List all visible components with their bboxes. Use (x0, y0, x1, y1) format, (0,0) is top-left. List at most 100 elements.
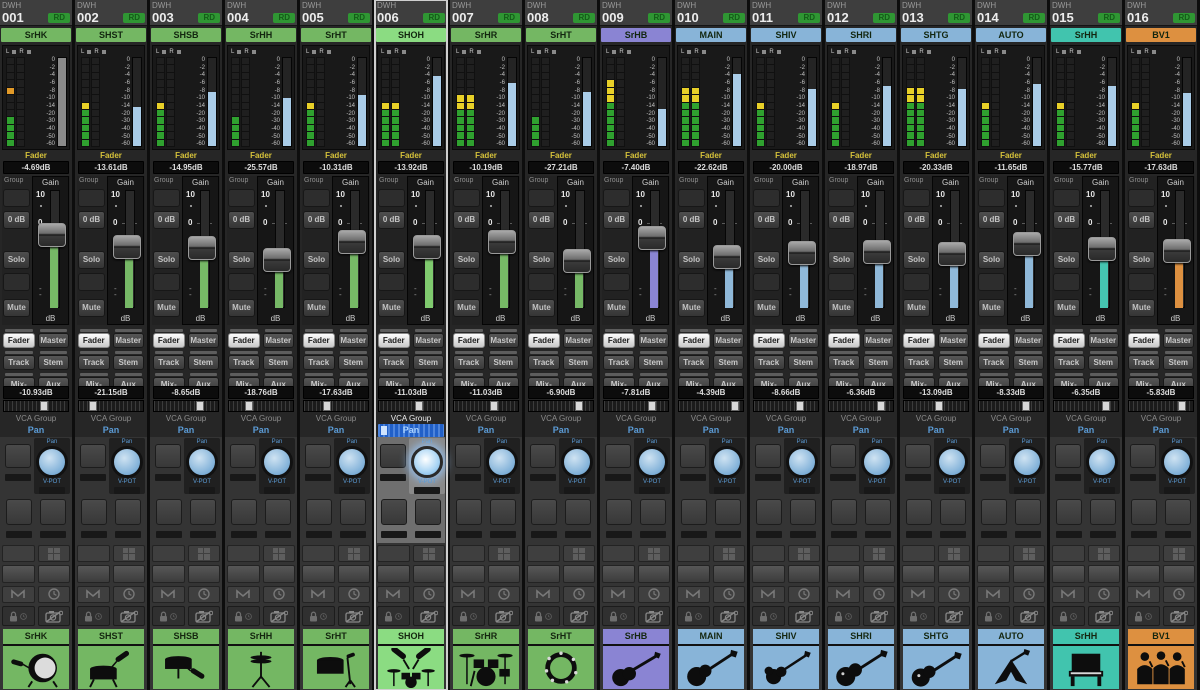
track-mode-button[interactable]: Track (1128, 355, 1160, 370)
function-button-3[interactable] (1013, 565, 1046, 582)
fader-handle[interactable] (113, 235, 141, 259)
function-button-1[interactable] (1052, 545, 1085, 562)
track-mode-button[interactable]: Track (453, 355, 485, 370)
stem-mode-button[interactable]: Stem (488, 355, 520, 370)
function-button-grid[interactable] (638, 545, 671, 562)
track-mode-button[interactable]: Track (603, 355, 635, 370)
zero-db-button[interactable]: 0 dB (78, 211, 105, 229)
timer-button[interactable] (263, 586, 296, 603)
solo-button[interactable]: Solo (1053, 251, 1080, 269)
automation-read-badge[interactable]: RD (1098, 13, 1120, 23)
spare-button[interactable] (978, 273, 1005, 291)
lock-button[interactable] (227, 606, 260, 626)
channel-name-footer[interactable]: SHSB (153, 629, 219, 646)
lock-button[interactable] (902, 606, 935, 626)
track-mode-button[interactable]: Track (828, 355, 860, 370)
channel-header[interactable]: DWH 008 RD (525, 0, 597, 26)
pan-knob[interactable] (261, 446, 293, 478)
mute-button[interactable]: Mute (1053, 299, 1080, 317)
automation-read-badge[interactable]: RD (573, 13, 595, 23)
instrument-image[interactable] (978, 646, 1044, 689)
fader-handle[interactable] (1013, 232, 1041, 256)
automation-envelope-button[interactable] (977, 586, 1010, 603)
master-mode-button[interactable]: Master (338, 333, 370, 348)
mute-button[interactable]: Mute (978, 299, 1005, 317)
fader-handle[interactable] (713, 245, 741, 269)
channel-name-footer[interactable]: SHST (78, 629, 144, 646)
timer-button[interactable] (1013, 586, 1046, 603)
timer-button[interactable] (788, 586, 821, 603)
assign-button-2[interactable] (1056, 499, 1082, 525)
instrument-image[interactable] (528, 646, 594, 689)
pan-knob[interactable] (1011, 446, 1043, 478)
assign-button-3[interactable] (865, 499, 891, 525)
fader-mode-button[interactable]: Fader (3, 333, 35, 348)
function-button-1[interactable] (602, 545, 635, 562)
fader-handle[interactable] (1088, 237, 1116, 261)
spare-button[interactable] (1053, 273, 1080, 291)
channel-name[interactable]: SHIV (751, 28, 821, 42)
master-mode-button[interactable]: Master (938, 333, 970, 348)
fader-mode-button[interactable]: Fader (603, 333, 635, 348)
function-button-1[interactable] (752, 545, 785, 562)
zero-db-button[interactable]: 0 dB (153, 211, 180, 229)
group-assign-button[interactable] (153, 189, 180, 207)
vca-slider[interactable] (1053, 400, 1119, 412)
solo-button[interactable]: Solo (903, 251, 930, 269)
assign-button-2[interactable] (6, 499, 32, 525)
fader-handle[interactable] (788, 241, 816, 265)
function-button-3[interactable] (188, 565, 221, 582)
pan-knob[interactable] (411, 446, 443, 478)
fader-mode-button[interactable]: Fader (378, 333, 410, 348)
master-mode-button[interactable]: Master (413, 333, 445, 348)
pan-section-label[interactable]: Pan (3, 424, 69, 437)
channel-header[interactable]: DWH 011 RD (750, 0, 822, 26)
fader-handle[interactable] (338, 230, 366, 254)
assign-button-2[interactable] (981, 499, 1007, 525)
function-button-1[interactable] (452, 545, 485, 562)
snapshot-disable-button[interactable] (338, 606, 371, 626)
pan-section-label[interactable]: Pan (603, 424, 669, 437)
channel-name-footer[interactable]: SHOH (378, 629, 444, 646)
assign-button-1[interactable] (1130, 444, 1156, 468)
pan-section-label[interactable]: Pan (528, 424, 594, 437)
channel-name[interactable]: SHOH (376, 28, 446, 42)
fader-handle[interactable] (638, 226, 666, 250)
fader-mode-button[interactable]: Fader (753, 333, 785, 348)
master-mode-button[interactable]: Master (863, 333, 895, 348)
master-mode-button[interactable]: Master (1163, 333, 1195, 348)
mute-button[interactable]: Mute (678, 299, 705, 317)
timer-button[interactable] (863, 586, 896, 603)
fader-mode-button[interactable]: Fader (528, 333, 560, 348)
timer-button[interactable] (1088, 586, 1121, 603)
automation-read-badge[interactable]: RD (1173, 13, 1195, 23)
master-mode-button[interactable]: Master (638, 333, 670, 348)
snapshot-disable-button[interactable] (188, 606, 221, 626)
solo-button[interactable]: Solo (453, 251, 480, 269)
instrument-image[interactable] (78, 646, 144, 689)
channel-name-footer[interactable]: SrHT (303, 629, 369, 646)
timer-button[interactable] (488, 586, 521, 603)
channel-header[interactable]: DWH 004 RD (225, 0, 297, 26)
mute-button[interactable]: Mute (828, 299, 855, 317)
vca-slider-handle[interactable] (1178, 401, 1186, 411)
lock-button[interactable] (77, 606, 110, 626)
mute-button[interactable]: Mute (78, 299, 105, 317)
vca-slider-handle[interactable] (575, 401, 583, 411)
group-assign-button[interactable] (78, 189, 105, 207)
group-assign-button[interactable] (303, 189, 330, 207)
function-button-2[interactable] (902, 565, 935, 582)
zero-db-button[interactable]: 0 dB (228, 211, 255, 229)
stem-mode-button[interactable]: Stem (938, 355, 970, 370)
stem-mode-button[interactable]: Stem (713, 355, 745, 370)
master-mode-button[interactable]: Master (38, 333, 70, 348)
pan-section-label[interactable]: Pan (903, 424, 969, 437)
pan-section-label[interactable]: Pan (78, 424, 144, 437)
assign-button-1[interactable] (230, 444, 256, 468)
spare-button[interactable] (153, 273, 180, 291)
function-button-grid[interactable] (788, 545, 821, 562)
solo-button[interactable]: Solo (753, 251, 780, 269)
pan-section-label[interactable]: Pan (228, 424, 294, 437)
function-button-3[interactable] (863, 565, 896, 582)
function-button-2[interactable] (2, 565, 35, 582)
